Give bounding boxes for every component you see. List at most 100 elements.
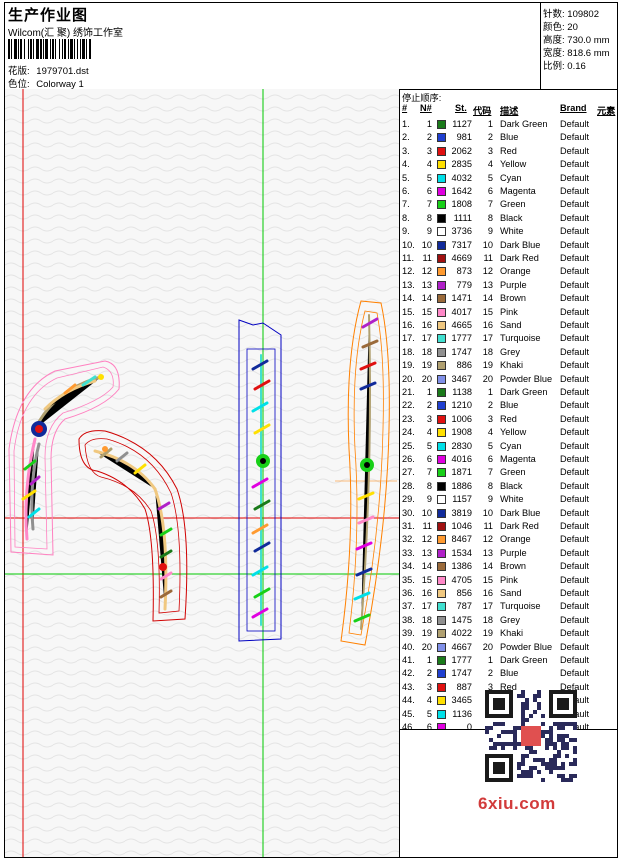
embroidery-preview-svg (5, 89, 399, 857)
qr-code-icon[interactable] (485, 690, 577, 782)
row-brand: Default (560, 346, 590, 357)
production-worksheet: 生产作业图 Wilcom(汇 聚) 绣饰工作室 花版: 1979701.dst … (4, 2, 618, 858)
row-brand: Default (560, 132, 590, 143)
row-stitches: 2835 (451, 159, 472, 170)
table-row[interactable]: 31. 11 1046 11 Dark Red Default (400, 520, 617, 533)
color-swatch (437, 280, 446, 290)
table-row[interactable]: 2. 2 981 2 Blue Default (400, 131, 617, 144)
row-code: 3 (487, 145, 493, 156)
table-row[interactable]: 3. 3 2062 3 Red Default (400, 145, 617, 158)
table-row[interactable]: 33. 13 1534 13 Purple Default (400, 547, 617, 560)
table-row[interactable]: 5. 5 4032 5 Cyan Default (400, 172, 617, 185)
table-row[interactable]: 40. 20 4667 20 Powder Blue Default (400, 641, 617, 654)
row-code: 3 (487, 413, 493, 424)
design-preview[interactable] (5, 89, 399, 857)
table-row[interactable]: 12. 12 873 12 Orange Default (400, 265, 617, 278)
row-needle: 17 (421, 601, 432, 612)
row-description: Dark Blue (500, 239, 541, 250)
row-brand: Default (560, 628, 590, 639)
table-row[interactable]: 1. 1 1127 1 Dark Green Default (400, 118, 617, 131)
row-code: 5 (487, 440, 493, 451)
table-row[interactable]: 34. 14 1386 14 Brown Default (400, 560, 617, 573)
row-description: Brown (500, 293, 527, 304)
row-brand: Default (560, 360, 590, 371)
row-needle: 16 (421, 588, 432, 598)
table-row[interactable]: 11. 11 4669 11 Dark Red Default (400, 252, 617, 265)
row-needle: 15 (421, 306, 432, 317)
row-brand: Default (560, 641, 590, 652)
row-needle: 8 (426, 212, 432, 223)
row-brand: Default (560, 373, 590, 384)
table-row[interactable]: 24. 4 1908 4 Yellow Default (400, 426, 617, 439)
table-row[interactable]: 8. 8 1111 8 Black Default (400, 212, 617, 225)
color-swatch (437, 254, 446, 263)
row-index: 21. (402, 387, 415, 397)
row-stitches: 1136 (452, 708, 472, 719)
table-row[interactable]: 41. 1 1777 1 Dark Green Default (400, 654, 617, 667)
table-row[interactable]: 16. 16 4665 16 Sand Default (400, 319, 617, 332)
row-description: Grey (500, 346, 520, 357)
table-row[interactable]: 39. 19 4022 19 Khaki Default (400, 627, 617, 640)
row-code: 15 (482, 306, 493, 317)
color-swatch (437, 374, 446, 384)
table-row[interactable]: 21. 1 1138 1 Dark Green Default (400, 386, 617, 399)
table-row[interactable]: 10. 10 7317 10 Dark Blue Default (400, 239, 617, 252)
color-swatch (437, 240, 446, 250)
table-row[interactable]: 29. 9 1157 9 White Default (400, 493, 617, 506)
row-needle: 14 (421, 561, 432, 572)
table-row[interactable]: 4. 4 2835 4 Yellow Default (400, 158, 617, 171)
table-row[interactable]: 35. 15 4705 15 Pink Default (400, 574, 617, 587)
row-index: 32. (402, 534, 415, 545)
row-description: Powder Blue (500, 373, 553, 384)
table-row[interactable]: 23. 3 1006 3 Red Default (400, 413, 617, 426)
color-swatch (437, 642, 446, 652)
row-index: 26. (402, 454, 415, 464)
row-index: 44. (402, 695, 415, 706)
table-row[interactable]: 37. 17 787 17 Turquoise Default (400, 600, 617, 613)
table-row[interactable]: 22. 2 1210 2 Blue Default (400, 399, 617, 412)
color-swatch (437, 334, 446, 344)
table-row[interactable]: 42. 2 1747 2 Blue Default (400, 667, 617, 680)
row-index: 31. (402, 521, 415, 531)
row-brand: Default (560, 266, 590, 277)
row-description: Magenta (500, 454, 536, 464)
table-row[interactable]: 9. 9 3736 9 White Default (400, 225, 617, 238)
row-code: 13 (482, 279, 493, 290)
row-index: 41. (402, 655, 415, 665)
table-row[interactable]: 32. 12 8467 12 Orange Default (400, 533, 617, 546)
row-stitches: 8467 (451, 534, 472, 545)
table-row[interactable]: 28. 8 1886 8 Black Default (400, 480, 617, 493)
row-needle: 3 (426, 681, 432, 692)
color-swatch (437, 200, 446, 210)
table-row[interactable]: 13. 13 779 13 Purple Default (400, 279, 617, 292)
color-swatch (437, 267, 446, 277)
table-row[interactable]: 30. 10 3819 10 Dark Blue Default (400, 507, 617, 520)
row-stitches: 1534 (451, 547, 472, 558)
row-stitches: 1210 (451, 400, 472, 411)
row-brand: Default (560, 199, 590, 210)
table-row[interactable]: 7. 7 1808 7 Green Default (400, 198, 617, 211)
table-row[interactable]: 27. 7 1871 7 Green Default (400, 466, 617, 479)
row-brand: Default (560, 279, 590, 290)
table-row[interactable]: 17. 17 1777 17 Turquoise Default (400, 332, 617, 345)
table-row[interactable]: 38. 18 1475 18 Grey Default (400, 614, 617, 627)
color-swatch (437, 682, 446, 692)
row-needle: 4 (426, 427, 432, 438)
row-stitches: 787 (456, 601, 472, 612)
color-swatch (437, 589, 446, 598)
table-row[interactable]: 19. 19 886 19 Khaki Default (400, 359, 617, 372)
table-row[interactable]: 6. 6 1642 6 Magenta Default (400, 185, 617, 198)
table-row[interactable]: 14. 14 1471 14 Brown Default (400, 292, 617, 305)
table-row[interactable]: 18. 18 1747 18 Grey Default (400, 346, 617, 359)
row-needle: 7 (426, 199, 432, 210)
row-stitches: 4022 (451, 628, 472, 639)
table-row[interactable]: 26. 6 4016 6 Magenta Default (400, 453, 617, 466)
table-row[interactable]: 36. 16 856 16 Sand Default (400, 587, 617, 600)
row-needle: 4 (426, 159, 432, 170)
table-row[interactable]: 25. 5 2830 5 Cyan Default (400, 440, 617, 453)
row-description: Dark Green (500, 119, 548, 129)
row-brand: Default (560, 574, 590, 585)
table-row[interactable]: 20. 20 3467 20 Powder Blue Default (400, 373, 617, 386)
col-elem: 元素 (597, 106, 616, 116)
table-row[interactable]: 15. 15 4017 15 Pink Default (400, 306, 617, 319)
